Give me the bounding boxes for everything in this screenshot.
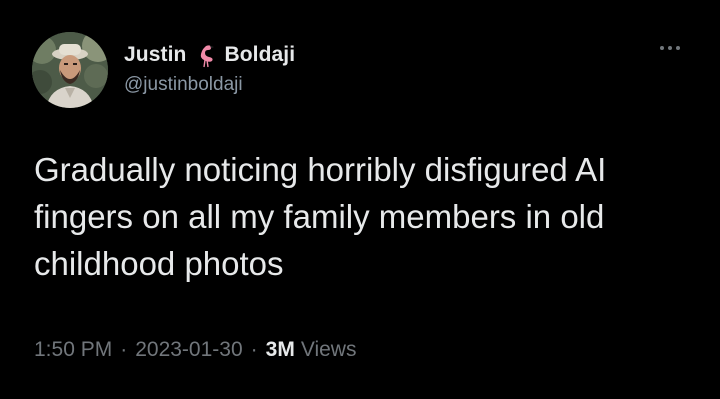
tweet-card[interactable]: Justin Boldaji @justinboldaji Gradually … xyxy=(0,0,720,399)
avatar[interactable] xyxy=(32,32,108,108)
separator: · xyxy=(120,338,128,361)
separator: · xyxy=(250,338,258,361)
views-count[interactable]: 3M xyxy=(266,338,295,362)
flamingo-icon xyxy=(192,42,218,68)
author-handle[interactable]: @justinboldaji xyxy=(124,74,243,96)
tweet-text: Gradually noticing horribly disfigured A… xyxy=(34,151,607,282)
author-name[interactable]: Justin Boldaji xyxy=(124,42,295,68)
dot xyxy=(668,46,672,50)
tweet-date[interactable]: 2023-01-30 xyxy=(135,338,242,362)
dot xyxy=(676,46,680,50)
author-first-name: Justin xyxy=(124,43,187,66)
dot xyxy=(660,46,664,50)
views-label: Views xyxy=(300,338,357,361)
more-dots-icon[interactable] xyxy=(660,46,680,50)
tweet-time[interactable]: 1:50 PM xyxy=(34,338,112,362)
tweet-meta: 1:50 PM · 2023-01-30 · 3M Views xyxy=(34,338,356,362)
author-last-name: Boldaji xyxy=(224,43,296,66)
avatar-image xyxy=(32,32,108,108)
